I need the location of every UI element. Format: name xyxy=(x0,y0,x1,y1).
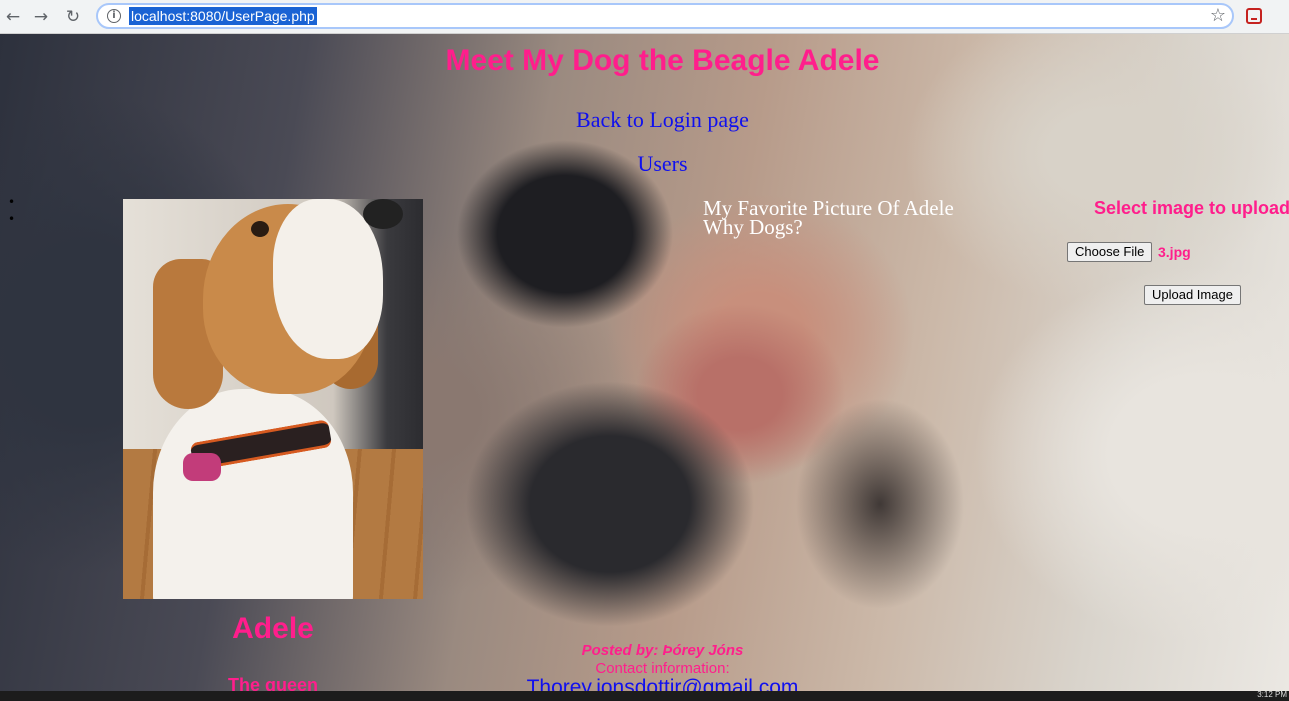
url-text[interactable]: localhost:8080/UserPage.php xyxy=(129,7,317,25)
posted-by: Posted by: Þórey Jóns xyxy=(581,642,744,659)
taskbar-clock: 3:12 PM xyxy=(1257,690,1287,699)
back-arrow-icon[interactable]: ← xyxy=(2,6,24,28)
reload-icon[interactable]: ↻ xyxy=(62,6,84,28)
upload-image-button[interactable]: Upload Image xyxy=(1144,285,1241,305)
choose-file-button[interactable]: Choose File xyxy=(1067,242,1153,262)
address-bar[interactable]: i localhost:8080/UserPage.php ☆ xyxy=(96,3,1234,29)
bookmark-star-icon[interactable]: ☆ xyxy=(1210,5,1226,27)
browser-toolbar: ← → ↻ i localhost:8080/UserPage.php ☆ xyxy=(0,0,1289,34)
back-to-login-link[interactable]: Back to Login page xyxy=(0,107,1289,133)
contact-label: Contact information: xyxy=(595,660,730,677)
why-dogs-text: Why Dogs? xyxy=(703,215,803,239)
list-bullet: • xyxy=(8,195,16,209)
email-link[interactable]: Thorey.jonsdottir@gmail.com xyxy=(0,676,1289,691)
dog-photo xyxy=(123,199,423,599)
upload-title: Select image to upload xyxy=(1094,198,1289,218)
extension-icon[interactable] xyxy=(1246,8,1262,24)
list-bullet: • xyxy=(8,212,16,226)
selected-file-name: 3.jpg xyxy=(1158,244,1191,260)
taskbar: 3:12 PM xyxy=(0,691,1289,701)
photo-caption: Adele xyxy=(232,612,314,645)
info-icon[interactable]: i xyxy=(107,9,121,23)
page-body: Meet My Dog the Beagle Adele Back to Log… xyxy=(0,34,1289,691)
empty-list: • • xyxy=(8,194,15,228)
forward-arrow-icon[interactable]: → xyxy=(30,6,52,28)
page-title: Meet My Dog the Beagle Adele xyxy=(445,44,880,77)
favorite-text: My Favorite Picture Of Adele Why Dogs? xyxy=(703,198,954,239)
users-link[interactable]: Users xyxy=(0,151,1289,177)
